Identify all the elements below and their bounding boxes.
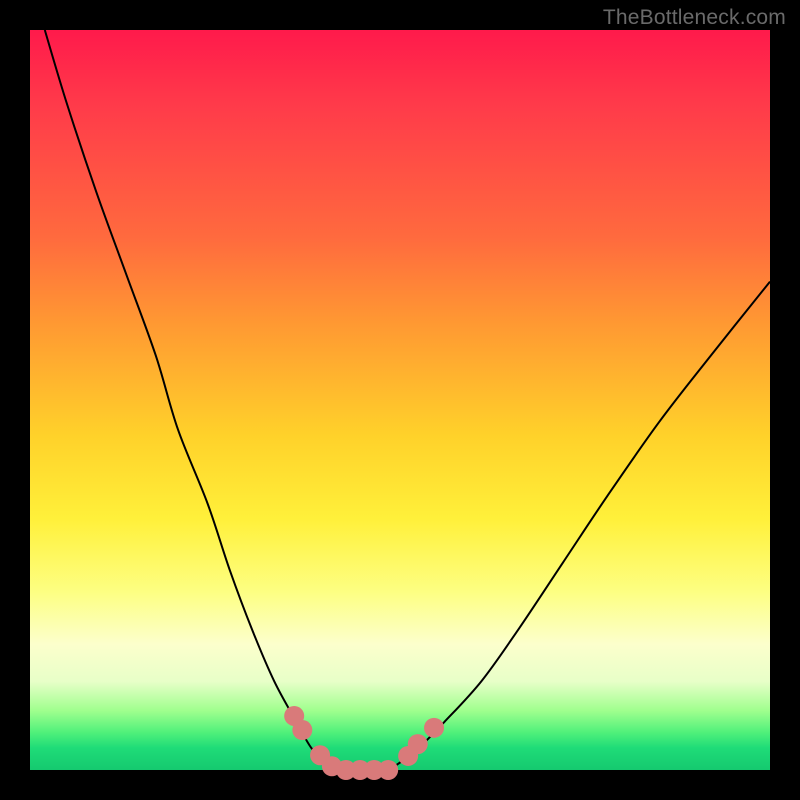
chart-svg bbox=[30, 30, 770, 770]
curve-layer bbox=[45, 30, 770, 771]
watermark-text: TheBottleneck.com bbox=[603, 6, 786, 30]
data-marker bbox=[408, 734, 428, 754]
data-marker bbox=[424, 718, 444, 738]
data-marker bbox=[378, 760, 398, 780]
data-marker bbox=[292, 720, 312, 740]
bottleneck-curve bbox=[45, 30, 770, 771]
outer-frame: TheBottleneck.com bbox=[0, 0, 800, 800]
